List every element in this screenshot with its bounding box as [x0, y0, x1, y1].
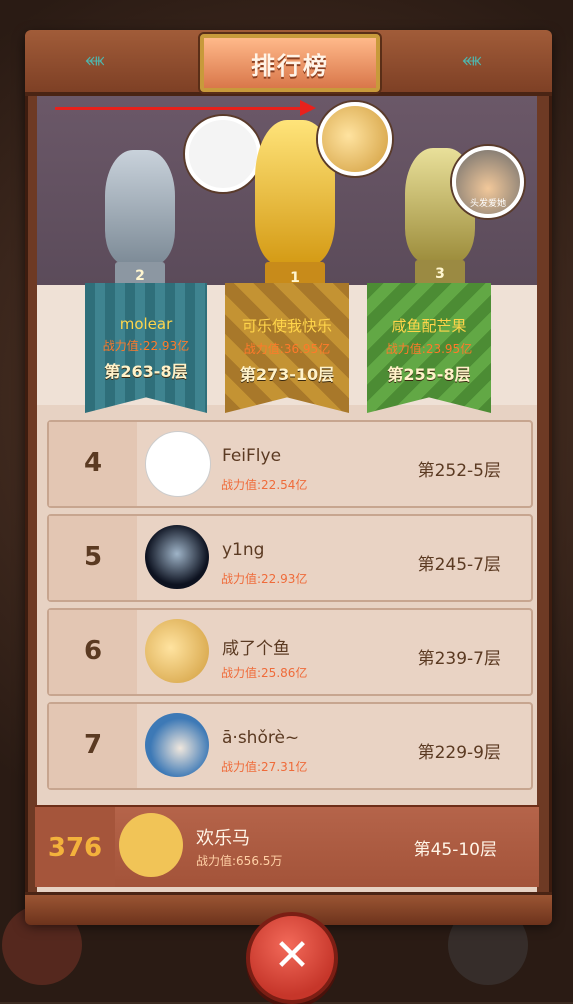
player-name: FeiFlye — [222, 446, 282, 466]
player-floor: 第245-7层 — [417, 555, 501, 575]
player-power: 战力值:27.31亿 — [221, 760, 308, 774]
ranking-row[interactable]: 6 咸了个鱼 战力值:25.86亿 第239-7层 — [47, 608, 533, 696]
avatar-caption: 头发爱她 — [469, 199, 506, 209]
podium-banner-third: 咸鱼配芒果 战力值:23.95亿 第255-8层 — [367, 283, 491, 413]
my-rank-number: 376 — [47, 833, 103, 863]
my-name: 欢乐马 — [196, 828, 250, 849]
fish-emblem-icon: ⬽ — [462, 48, 482, 73]
podium-third-avatar[interactable]: 头发爱她 — [452, 146, 524, 218]
annotation-arrow-line — [55, 107, 307, 110]
player-power: 战力值:22.54亿 — [221, 478, 308, 492]
my-power: 战力值:656.5万 — [196, 854, 283, 868]
my-avatar — [119, 813, 183, 877]
player-name: y1ng — [222, 540, 265, 560]
player-avatar — [145, 619, 209, 683]
ranking-row[interactable]: 4 FeiFlye 战力值:22.54亿 第252-5层 — [47, 420, 533, 508]
close-button[interactable]: ✕ — [246, 912, 338, 1004]
rank-number: 7 — [83, 730, 103, 760]
ranking-row[interactable]: 5 y1ng 战力值:22.93亿 第245-7层 — [47, 514, 533, 602]
my-floor: 第45-10层 — [413, 840, 497, 860]
player-floor: 第239-7层 — [417, 649, 501, 669]
podium-second-power: 战力值:22.93亿 — [102, 339, 190, 353]
annotation-arrow-head — [300, 100, 316, 116]
player-power: 战力值:25.86亿 — [221, 666, 308, 680]
player-floor: 第229-9层 — [417, 743, 501, 763]
podium-third-power: 战力值:23.95亿 — [385, 342, 473, 356]
podium-first-power: 战力值:36.95亿 — [243, 342, 331, 356]
my-ranking-row: 376 欢乐马 战力值:656.5万 第45-10层 — [35, 805, 539, 887]
podium-first-name: 可乐使我快乐 — [241, 317, 332, 335]
player-name: 咸了个鱼 — [222, 639, 290, 659]
trophy-third-number: 3 — [435, 266, 445, 282]
podium-second-name: molear — [119, 315, 173, 333]
podium-second-floor: 第263-8层 — [104, 362, 188, 381]
close-icon: ✕ — [273, 930, 311, 981]
fish-emblem-icon: ⬽ — [85, 48, 105, 73]
podium-first-avatar[interactable] — [318, 102, 392, 176]
player-floor: 第252-5层 — [417, 461, 501, 481]
trophy-second-number: 2 — [135, 268, 145, 284]
page-title: 排行榜 — [251, 52, 329, 80]
player-avatar — [145, 525, 209, 589]
rank-number: 5 — [83, 542, 103, 572]
player-avatar — [145, 431, 211, 497]
podium-third-name: 咸鱼配芒果 — [391, 317, 467, 335]
player-power: 战力值:22.93亿 — [221, 572, 308, 586]
podium-banner-first: 可乐使我快乐 战力值:36.95亿 第273-10层 — [225, 283, 349, 413]
player-name: ā·shǒrè~ — [222, 728, 300, 748]
podium-third-floor: 第255-8层 — [387, 365, 471, 384]
trophy-second: 2 — [90, 150, 190, 300]
ranking-row[interactable]: 7 ā·shǒrè~ 战力值:27.31亿 第229-9层 — [47, 702, 533, 790]
rank-number: 6 — [83, 636, 103, 666]
title-plaque: 排行榜 — [200, 34, 380, 92]
player-avatar — [145, 713, 209, 777]
rank-number: 4 — [83, 448, 103, 478]
podium-first-floor: 第273-10层 — [239, 365, 335, 384]
podium-banner-second: molear 战力值:22.93亿 第263-8层 — [85, 283, 207, 413]
